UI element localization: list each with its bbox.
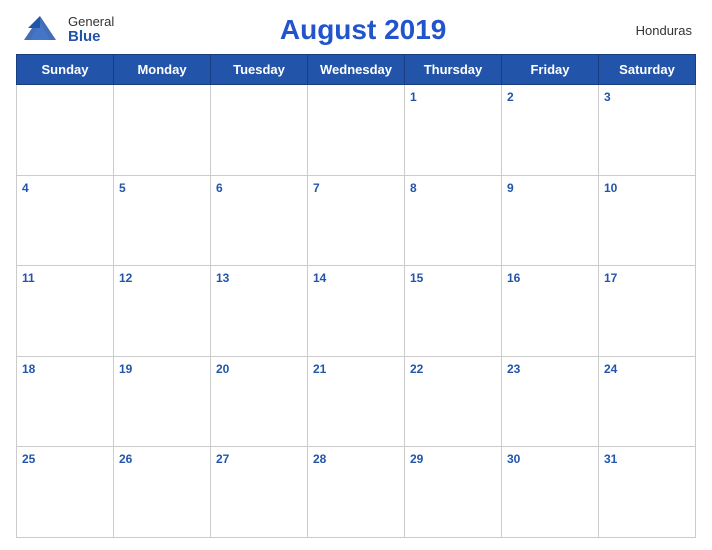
day-number: 17 xyxy=(604,271,617,285)
logo-text: General Blue xyxy=(68,15,114,46)
day-number: 30 xyxy=(507,452,520,466)
day-number: 15 xyxy=(410,271,423,285)
calendar-cell: 14 xyxy=(308,266,405,357)
calendar-cell: 8 xyxy=(405,175,502,266)
logo-general: General xyxy=(68,15,114,29)
calendar-cell xyxy=(114,85,211,176)
day-number: 3 xyxy=(604,90,611,104)
calendar-cell: 30 xyxy=(502,447,599,538)
day-number: 20 xyxy=(216,362,229,376)
calendar-table: Sunday Monday Tuesday Wednesday Thursday… xyxy=(16,54,696,538)
day-number: 8 xyxy=(410,181,417,195)
day-number: 7 xyxy=(313,181,320,195)
calendar-title: August 2019 xyxy=(114,14,612,46)
day-number: 2 xyxy=(507,90,514,104)
header-saturday: Saturday xyxy=(599,55,696,85)
calendar-cell: 10 xyxy=(599,175,696,266)
day-number: 24 xyxy=(604,362,617,376)
day-number: 6 xyxy=(216,181,223,195)
day-number: 22 xyxy=(410,362,423,376)
day-number: 4 xyxy=(22,181,29,195)
country-label: Honduras xyxy=(612,23,692,38)
day-number: 5 xyxy=(119,181,126,195)
calendar-cell: 20 xyxy=(211,356,308,447)
page: General Blue August 2019 Honduras Sunday… xyxy=(0,0,712,550)
day-number: 9 xyxy=(507,181,514,195)
calendar-cell: 3 xyxy=(599,85,696,176)
header-tuesday: Tuesday xyxy=(211,55,308,85)
logo-blue: Blue xyxy=(68,29,101,46)
calendar-cell: 25 xyxy=(17,447,114,538)
calendar-cell: 11 xyxy=(17,266,114,357)
calendar-cell: 28 xyxy=(308,447,405,538)
calendar-cell: 6 xyxy=(211,175,308,266)
day-number: 27 xyxy=(216,452,229,466)
day-number: 28 xyxy=(313,452,326,466)
calendar-cell: 27 xyxy=(211,447,308,538)
calendar-cell: 12 xyxy=(114,266,211,357)
calendar-cell: 2 xyxy=(502,85,599,176)
calendar-cell: 23 xyxy=(502,356,599,447)
calendar-cell: 19 xyxy=(114,356,211,447)
calendar-cell: 24 xyxy=(599,356,696,447)
day-number: 18 xyxy=(22,362,35,376)
calendar-cell xyxy=(308,85,405,176)
day-number: 10 xyxy=(604,181,617,195)
day-number: 21 xyxy=(313,362,326,376)
calendar-cell: 29 xyxy=(405,447,502,538)
day-number: 11 xyxy=(22,271,35,285)
day-number: 31 xyxy=(604,452,617,466)
day-number: 12 xyxy=(119,271,132,285)
day-number: 16 xyxy=(507,271,520,285)
day-number: 25 xyxy=(22,452,35,466)
day-number: 1 xyxy=(410,90,417,104)
day-number: 23 xyxy=(507,362,520,376)
day-number: 14 xyxy=(313,271,326,285)
calendar-week-row: 18 19 20 21 22 23 24 xyxy=(17,356,696,447)
calendar-cell: 26 xyxy=(114,447,211,538)
day-number: 13 xyxy=(216,271,229,285)
calendar-cell: 18 xyxy=(17,356,114,447)
calendar-cell: 5 xyxy=(114,175,211,266)
logo: General Blue xyxy=(20,12,114,48)
day-number: 19 xyxy=(119,362,132,376)
calendar-week-row: 4 5 6 7 8 9 10 xyxy=(17,175,696,266)
logo-icon xyxy=(20,12,64,48)
header: General Blue August 2019 Honduras xyxy=(16,12,696,48)
calendar-cell: 22 xyxy=(405,356,502,447)
day-number: 26 xyxy=(119,452,132,466)
calendar-cell: 31 xyxy=(599,447,696,538)
day-number: 29 xyxy=(410,452,423,466)
header-sunday: Sunday xyxy=(17,55,114,85)
calendar-week-row: 11 12 13 14 15 16 17 xyxy=(17,266,696,357)
calendar-cell: 7 xyxy=(308,175,405,266)
calendar-cell: 15 xyxy=(405,266,502,357)
calendar-cell: 13 xyxy=(211,266,308,357)
calendar-cell: 9 xyxy=(502,175,599,266)
calendar-week-row: 25 26 27 28 29 30 31 xyxy=(17,447,696,538)
header-friday: Friday xyxy=(502,55,599,85)
calendar-week-row: 1 2 3 xyxy=(17,85,696,176)
header-thursday: Thursday xyxy=(405,55,502,85)
calendar-cell: 17 xyxy=(599,266,696,357)
calendar-cell: 21 xyxy=(308,356,405,447)
header-monday: Monday xyxy=(114,55,211,85)
calendar-cell xyxy=(211,85,308,176)
weekday-header-row: Sunday Monday Tuesday Wednesday Thursday… xyxy=(17,55,696,85)
calendar-cell: 16 xyxy=(502,266,599,357)
header-wednesday: Wednesday xyxy=(308,55,405,85)
calendar-cell: 4 xyxy=(17,175,114,266)
calendar-cell: 1 xyxy=(405,85,502,176)
calendar-cell xyxy=(17,85,114,176)
